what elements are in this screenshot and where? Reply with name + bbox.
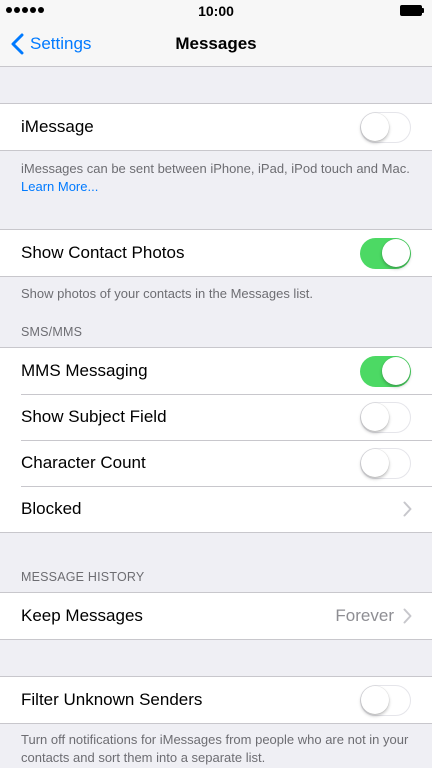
sms-mms-header: SMS/MMS [21,325,83,339]
chevron-right-icon [403,608,412,624]
character-count-row: Character Count [0,440,432,486]
mms-messaging-toggle[interactable] [360,356,411,387]
show-contact-photos-toggle[interactable] [360,238,411,269]
show-subject-field-row: Show Subject Field [0,394,432,440]
filter-footer: Turn off notifications for iMessages fro… [21,732,409,765]
imessage-group: iMessage [0,103,432,151]
imessage-footer: iMessages can be sent between iPhone, iP… [21,160,416,196]
filter-unknown-senders-label: Filter Unknown Senders [21,690,203,709]
status-time: 10:00 [198,3,234,19]
imessage-toggle[interactable] [360,112,411,143]
battery-icon [400,5,424,16]
navigation-bar: Messages Settings [0,22,432,67]
status-bar: 10:00 [0,0,432,22]
show-subject-field-toggle[interactable] [360,402,411,433]
character-count-toggle[interactable] [360,448,411,479]
back-button[interactable]: Settings [10,22,91,66]
filter-group: Filter Unknown Senders [0,676,432,724]
filter-unknown-senders-toggle[interactable] [360,685,411,716]
sms-mms-group: MMS Messaging Show Subject Field Charact… [0,347,432,533]
message-history-header: MESSAGE HISTORY [21,570,145,584]
show-contact-photos-label: Show Contact Photos [21,243,185,262]
keep-messages-row[interactable]: Keep Messages Forever [0,593,432,639]
back-button-label: Settings [30,34,92,53]
mms-messaging-row: MMS Messaging [0,348,432,394]
chevron-left-icon [11,33,24,55]
contact-photos-group: Show Contact Photos [0,229,432,277]
blocked-label: Blocked [21,499,82,518]
learn-more-link[interactable]: Learn More... [21,179,98,194]
keep-messages-value: Forever [335,606,394,625]
character-count-label: Character Count [21,453,146,472]
blocked-row[interactable]: Blocked [0,486,432,532]
imessage-footer-text: iMessages can be sent between iPhone, iP… [21,161,410,176]
show-subject-field-label: Show Subject Field [21,407,167,426]
chevron-right-icon [403,501,412,517]
filter-unknown-senders-row: Filter Unknown Senders [0,677,432,723]
imessage-label: iMessage [21,117,94,136]
imessage-row: iMessage [0,104,432,150]
contact-photos-footer: Show photos of your contacts in the Mess… [21,286,313,301]
show-contact-photos-row: Show Contact Photos [0,230,432,276]
keep-messages-label: Keep Messages [21,606,143,625]
message-history-group: Keep Messages Forever [0,592,432,640]
mms-messaging-label: MMS Messaging [21,361,148,380]
